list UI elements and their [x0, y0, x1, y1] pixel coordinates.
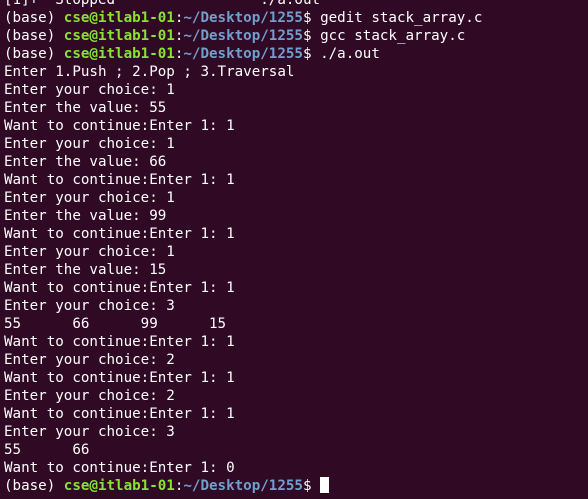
prompt-line: (base) cse@itlab1-01:~/Desktop/1255$	[4, 477, 588, 495]
prompt-env: (base)	[4, 28, 64, 44]
prompt-user-host: cse@itlab1-01	[63, 10, 175, 26]
output-line: Enter the value: 66	[4, 154, 167, 170]
output-line: Enter your choice: 1	[4, 190, 175, 206]
prompt-env: (base)	[4, 46, 64, 62]
output-line: Enter the value: 15	[4, 262, 167, 278]
output-line: Enter 1.Push ; 2.Pop ; 3.Traversal	[4, 64, 295, 80]
output-line: 55 66 99 15	[4, 316, 227, 332]
command-text: ./a.out	[320, 46, 380, 62]
prompt-user-host: cse@itlab1-01	[63, 28, 175, 44]
prompt-env: (base)	[4, 478, 64, 494]
prompt-symbol: $	[302, 478, 321, 494]
prompt-symbol: $	[302, 10, 321, 26]
prompt-path: ~/Desktop/1255	[183, 28, 303, 44]
prompt-user-host: cse@itlab1-01	[63, 478, 175, 494]
output-line: [1]+ Stopped ./a.out	[4, 0, 321, 8]
output-line: Enter your choice: 2	[4, 388, 175, 404]
prompt-user-host: cse@itlab1-01	[63, 46, 175, 62]
prompt-line: (base) cse@itlab1-01:~/Desktop/1255$ gcc…	[4, 27, 588, 45]
output-line: 55 66	[4, 442, 90, 458]
command-text: gedit stack_array.c	[320, 10, 483, 26]
prompt-line: (base) cse@itlab1-01:~/Desktop/1255$ ./a…	[4, 45, 588, 63]
output-line: Want to continue:Enter 1: 1	[4, 334, 235, 350]
output-line: Enter your choice: 3	[4, 424, 175, 440]
output-line: Enter your choice: 1	[4, 244, 175, 260]
terminal-window[interactable]: [1]+ Stopped ./a.out (base) cse@itlab1-01…	[0, 0, 588, 499]
output-line: Want to continue:Enter 1: 1	[4, 280, 235, 296]
output-line: Want to continue:Enter 1: 1	[4, 118, 235, 134]
output-line: Want to continue:Enter 1: 1	[4, 226, 235, 242]
output-line: Enter your choice: 3	[4, 298, 175, 314]
prompt-line: (base) cse@itlab1-01:~/Desktop/1255$ ged…	[4, 9, 588, 27]
prompt-path: ~/Desktop/1255	[183, 46, 303, 62]
prompt-env: (base)	[4, 10, 64, 26]
output-line: Enter your choice: 2	[4, 352, 175, 368]
output-line: Want to continue:Enter 1: 1	[4, 406, 235, 422]
output-line: Want to continue:Enter 1: 1	[4, 370, 235, 386]
cursor-block[interactable]	[320, 477, 330, 493]
prompt-path: ~/Desktop/1255	[183, 478, 303, 494]
command-text: gcc stack_array.c	[320, 28, 466, 44]
output-line: Enter the value: 55	[4, 100, 167, 116]
output-line: Enter your choice: 1	[4, 136, 175, 152]
terminal-output: [1]+ Stopped ./a.out (base) cse@itlab1-01…	[4, 0, 588, 495]
output-line: Want to continue:Enter 1: 1	[4, 172, 235, 188]
output-line: Enter the value: 99	[4, 208, 167, 224]
prompt-path: ~/Desktop/1255	[183, 10, 303, 26]
output-line: Enter your choice: 1	[4, 82, 175, 98]
prompt-symbol: $	[302, 28, 321, 44]
output-line: Want to continue:Enter 1: 0	[4, 460, 235, 476]
prompt-symbol: $	[302, 46, 321, 62]
